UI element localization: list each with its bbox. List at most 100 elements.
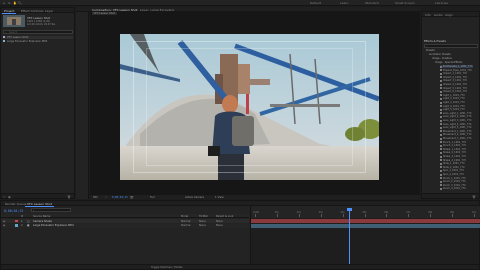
list-item[interactable]: Zoom_4_1001_77C <box>440 187 466 190</box>
workspace-learn[interactable]: Learn <box>340 1 348 5</box>
search-icon: ⌕ <box>426 44 428 48</box>
visibility-eye-icon[interactable]: ◉ <box>3 220 5 223</box>
toggle-switches-modes[interactable]: Toggle Switches / Modes <box>151 266 183 269</box>
project-footer: ▭ ▣ 🗑︎ <box>1 193 74 199</box>
preset-icon <box>440 133 442 136</box>
layer-bar-footage[interactable] <box>251 223 480 228</box>
zoom-dropdown[interactable]: 50% <box>93 196 98 199</box>
layer-mode[interactable]: Normal <box>181 220 190 223</box>
layer-index: 2 <box>21 224 23 227</box>
project-panel: Project Effect Controls: Layer VFX Lesso… <box>0 7 75 199</box>
preset-label: Shake_3_1001_77C <box>443 155 467 158</box>
list-item[interactable]: Large Excavator Explosion.MP4 <box>3 40 73 43</box>
layer-color-label[interactable] <box>15 224 18 227</box>
preset-label: Slide_2_1001_77C <box>443 165 465 169</box>
preset-label: Earthquake_1_1001_77C <box>443 65 473 68</box>
preset-icon <box>440 108 442 111</box>
preset-label: Spin_2_1001_77C <box>443 173 465 176</box>
tree-folder[interactable]: Presets <box>426 49 435 52</box>
layer-mode[interactable]: Normal <box>181 224 190 227</box>
effects-search-input[interactable]: ⌕ <box>424 44 478 48</box>
effects-presets-panel: Info Audio Align Effects & Presets ⌕ Pre… <box>421 11 480 199</box>
track-area[interactable]: 0;00s 01s 02s 03s 04s 05s 06s 07s 08s 09s 10s <box>250 206 480 264</box>
tab-effect-controls[interactable]: Effect Controls: Layer <box>19 9 55 13</box>
search-input[interactable]: ⌕ Search <box>3 30 73 34</box>
ruler-tick <box>342 214 344 217</box>
tab-align[interactable]: Align <box>443 13 455 17</box>
visibility-eye-icon[interactable]: ◉ <box>3 224 5 227</box>
table-row[interactable]: ◉ 1 ▢ Camera Shake Normal None None <box>1 219 249 223</box>
preset-label: Impact_5_1001_77C <box>443 86 468 90</box>
timeline-search-input[interactable]: ⌕ <box>31 208 71 212</box>
view-layout-dropdown[interactable]: 1 View <box>215 196 224 199</box>
new-comp-icon[interactable]: ▣ <box>8 195 11 199</box>
tree-folder[interactable]: Image - Special Effects <box>435 61 462 64</box>
preset-icon <box>440 155 442 158</box>
trash-icon[interactable]: 🗑︎ <box>67 195 71 199</box>
layer-color-label[interactable] <box>15 219 18 223</box>
playhead-handle[interactable] <box>347 208 353 211</box>
workspace-libraries[interactable]: Libraries <box>435 1 448 5</box>
new-folder-icon[interactable]: ▭ <box>3 195 6 199</box>
ruler-label: 05s <box>362 211 367 214</box>
timeline-timecode[interactable]: 0;00;04;13 <box>4 209 23 213</box>
ruler-tick <box>320 214 322 217</box>
item-label: VFX Lesson Shot <box>6 36 29 39</box>
preset-label: Movement_1_1001_77C <box>443 129 472 133</box>
preset-icon <box>440 169 442 172</box>
layer-name[interactable]: Large Excavator Explosion.MP4 <box>33 224 74 227</box>
list-item[interactable]: VFX Lesson Shot <box>3 36 73 40</box>
right-tabstrip: Info Audio Align <box>422 12 479 17</box>
col-source-name[interactable]: Source Name <box>33 215 50 218</box>
ruler-tick <box>364 214 366 217</box>
workspace-small-screen[interactable]: Small Screen <box>395 1 415 5</box>
playhead[interactable] <box>347 208 353 264</box>
snapshot-icon[interactable]: 📷︎ <box>130 196 133 199</box>
preset-icon <box>440 126 442 129</box>
fullscreen-icon[interactable]: ⛶ <box>105 196 107 199</box>
layer-parent[interactable]: None <box>216 220 223 223</box>
time-ruler[interactable]: 0;00s 01s 02s 03s 04s 05s 06s 07s 08s 09s 10s <box>251 206 480 218</box>
camera-dropdown[interactable]: Active Camera <box>185 196 204 199</box>
layer-bar-camera-shake[interactable] <box>251 219 480 223</box>
layer-parent[interactable]: None <box>216 224 223 227</box>
zoom-tool-icon[interactable]: 🔍︎ <box>18 1 22 5</box>
footage-icon <box>3 40 5 42</box>
preset-label: Zoom_3_1001_77C <box>443 183 466 187</box>
ruler-tick <box>452 214 453 217</box>
preset-label: Shake_1_1001_77C <box>443 147 467 151</box>
search-icon: ⌕ <box>33 208 35 212</box>
preset-label: Movement_2_1001_77C <box>443 133 472 137</box>
preset-label: Movement_3_1001_77C <box>443 137 472 140</box>
layer-trkmat[interactable]: None <box>199 220 206 223</box>
table-row[interactable]: ◉ 2 ▣ Large Excavator Explosion.MP4 Norm… <box>1 223 249 228</box>
preset-label: Zoom_1_1001_77C <box>443 176 466 180</box>
viewer-timecode[interactable]: 0;00;04;13 <box>112 196 128 199</box>
ruler-label: 02s <box>296 211 301 214</box>
search-icon: ⌕ <box>5 31 7 34</box>
resolution-dropdown[interactable]: Full <box>150 196 154 199</box>
preset-label: Expand_Eyes_1001_77C <box>443 68 472 72</box>
preset-icon <box>440 87 442 90</box>
preset-icon <box>440 137 442 140</box>
hand-tool-icon[interactable]: ✋ <box>13 1 17 5</box>
composition-frame[interactable] <box>120 34 379 180</box>
tab-timeline-comp[interactable]: VFX Lesson Shot <box>25 202 54 207</box>
preset-icon <box>440 69 442 72</box>
selection-tool-icon[interactable]: ➤ <box>8 1 11 5</box>
ruler-tick <box>386 214 387 217</box>
tree-folder[interactable]: Image - Creative <box>432 57 452 60</box>
workspace-standard[interactable]: Standard <box>365 1 379 5</box>
tree-folder[interactable]: Animation Presets <box>429 53 451 56</box>
preset-icon <box>440 76 442 79</box>
section-header[interactable]: Effects & Presets <box>424 40 446 43</box>
trash-icon[interactable]: 🗑︎ <box>472 195 476 199</box>
breadcrumb[interactable]: VFX Lesson Shot <box>92 12 117 15</box>
layer-name[interactable]: Camera Shake <box>33 220 52 223</box>
tab-project[interactable]: Project <box>2 9 17 14</box>
timeline-footer: Toggle Switches / Modes <box>1 264 479 269</box>
workspace-default[interactable]: Default <box>310 1 321 5</box>
action-safe-guide <box>146 48 353 166</box>
layer-trkmat[interactable]: None <box>199 224 206 227</box>
home-icon[interactable]: ⌂ <box>3 1 5 5</box>
